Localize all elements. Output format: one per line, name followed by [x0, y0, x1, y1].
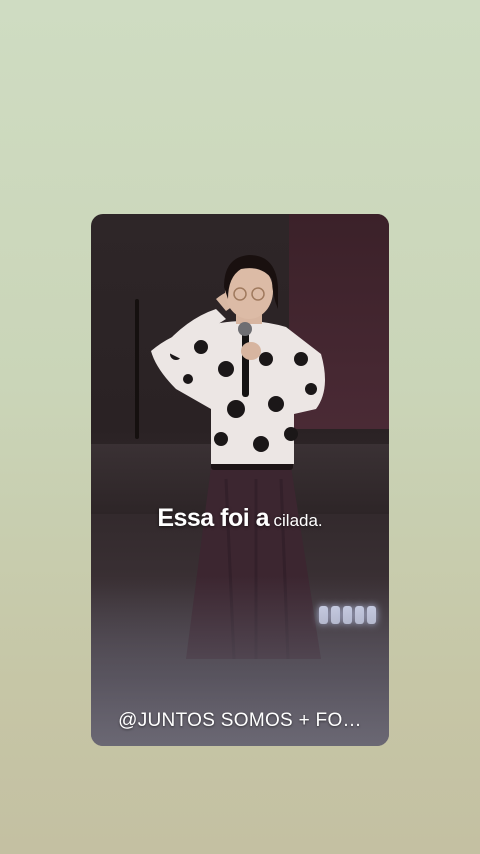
caption-bold-text: Essa foi a	[157, 504, 270, 532]
shared-video-card[interactable]: Essa foi a cilada. @JUNTOS SOMOS + FO…	[91, 214, 389, 746]
video-caption: Essa foi a cilada.	[91, 504, 389, 533]
account-handle-link[interactable]: @JUNTOS SOMOS + FO…	[91, 710, 389, 732]
caption-light-text: cilada.	[273, 511, 323, 530]
